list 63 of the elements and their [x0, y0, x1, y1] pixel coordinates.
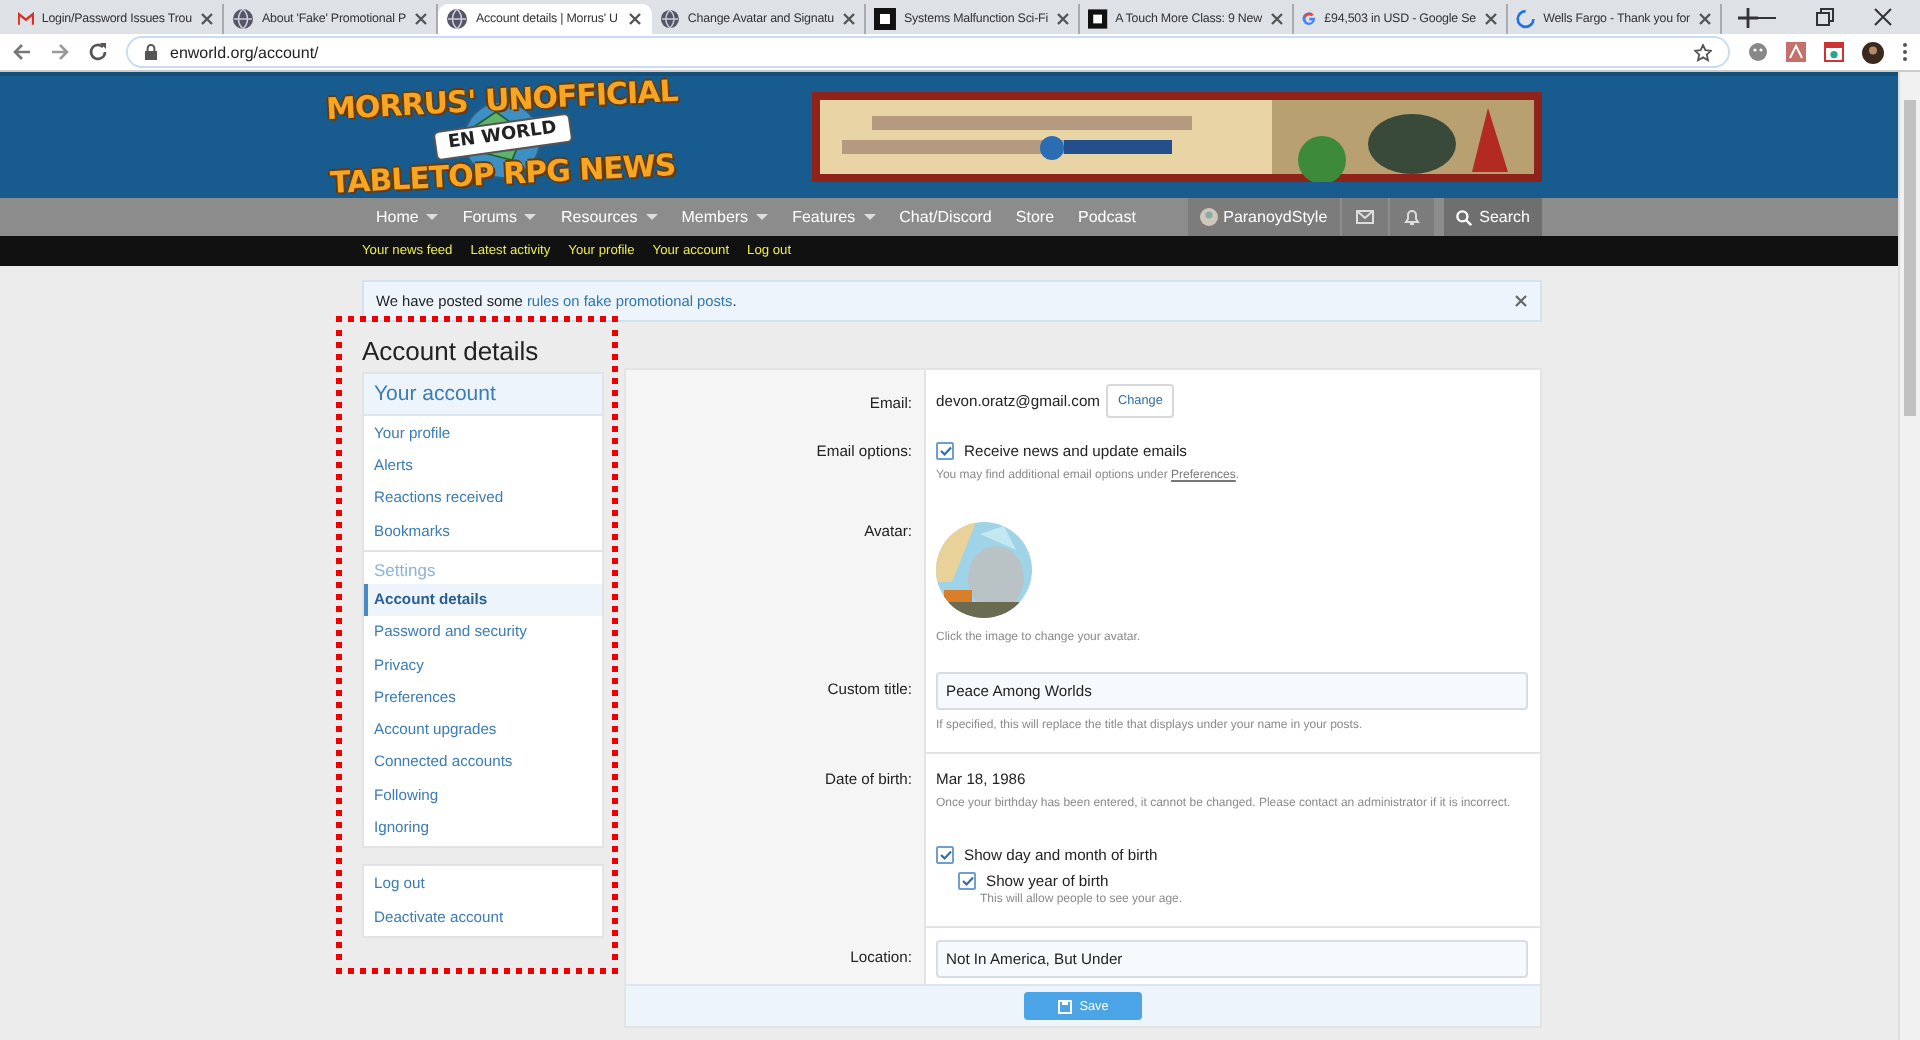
close-icon[interactable]	[842, 12, 856, 26]
section-heading: Your account	[364, 374, 602, 416]
bell-icon	[1403, 208, 1420, 226]
close-icon[interactable]	[1874, 8, 1892, 26]
google-icon	[1302, 8, 1317, 30]
search-button[interactable]: Search	[1443, 198, 1542, 236]
mail-icon	[18, 10, 34, 28]
close-icon[interactable]	[1056, 12, 1070, 26]
address-bar[interactable]: enworld.org/account/	[126, 36, 1730, 68]
envelope-icon	[1355, 210, 1374, 224]
check-icon	[939, 850, 951, 860]
globe-icon	[660, 8, 680, 30]
forward-icon[interactable]	[50, 42, 70, 62]
menu-icon[interactable]	[1902, 42, 1908, 62]
nav-item[interactable]: Store	[1003, 198, 1067, 236]
square-icon	[874, 8, 896, 30]
checkbox[interactable]	[958, 872, 976, 890]
caret-icon	[645, 214, 658, 220]
caret-icon	[863, 214, 876, 220]
restore-icon[interactable]	[1816, 8, 1834, 26]
close-icon[interactable]	[200, 12, 214, 26]
close-icon[interactable]	[1484, 12, 1498, 26]
close-icon[interactable]	[414, 12, 428, 26]
close-icon[interactable]	[1514, 294, 1528, 308]
user-menu[interactable]: ParanoydStyle	[1187, 198, 1340, 236]
reload-icon[interactable]	[88, 42, 108, 62]
nav-item[interactable]: Home	[362, 198, 451, 236]
smiley-icon[interactable]	[1748, 42, 1768, 62]
section-heading: Settings	[364, 550, 602, 583]
alerts-button[interactable]	[1387, 198, 1434, 236]
nav-item[interactable]: Podcast	[1066, 198, 1148, 236]
back-icon[interactable]	[12, 42, 32, 62]
caret-icon	[426, 214, 439, 220]
nav-item[interactable]: Resources	[548, 198, 670, 236]
globe-icon	[232, 8, 254, 30]
lock-icon	[144, 44, 158, 60]
new-tab-icon[interactable]	[1738, 8, 1758, 28]
avatar-icon	[1199, 208, 1218, 226]
square-icon	[1088, 8, 1108, 30]
calendar-icon[interactable]	[1824, 42, 1844, 62]
inbox-button[interactable]	[1339, 198, 1388, 236]
check-icon	[939, 446, 951, 456]
nav-item[interactable]: Chat/Discord	[887, 198, 1004, 236]
globe-icon	[446, 8, 468, 30]
close-icon[interactable]	[628, 12, 642, 26]
profile-avatar-icon[interactable]	[1862, 41, 1884, 63]
nav-item[interactable]: Members	[669, 198, 781, 236]
close-icon[interactable]	[1270, 12, 1284, 26]
url-text: enworld.org/account/	[170, 43, 321, 61]
caret-icon	[524, 214, 537, 220]
caret-icon	[756, 214, 769, 220]
search-icon	[1455, 209, 1472, 225]
page-title: Account details	[362, 336, 541, 366]
star-icon[interactable]	[1694, 43, 1712, 61]
checkbox[interactable]	[936, 846, 954, 864]
loading-spinner-icon	[1516, 8, 1536, 30]
nav-item[interactable]: Features	[780, 198, 888, 236]
scrollbar-thumb[interactable]	[1904, 100, 1916, 416]
checkbox[interactable]	[936, 442, 954, 460]
check-icon	[961, 876, 973, 886]
close-icon[interactable]	[1698, 12, 1712, 26]
save-icon	[1057, 999, 1072, 1013]
nav-item[interactable]: Forums	[450, 198, 549, 236]
